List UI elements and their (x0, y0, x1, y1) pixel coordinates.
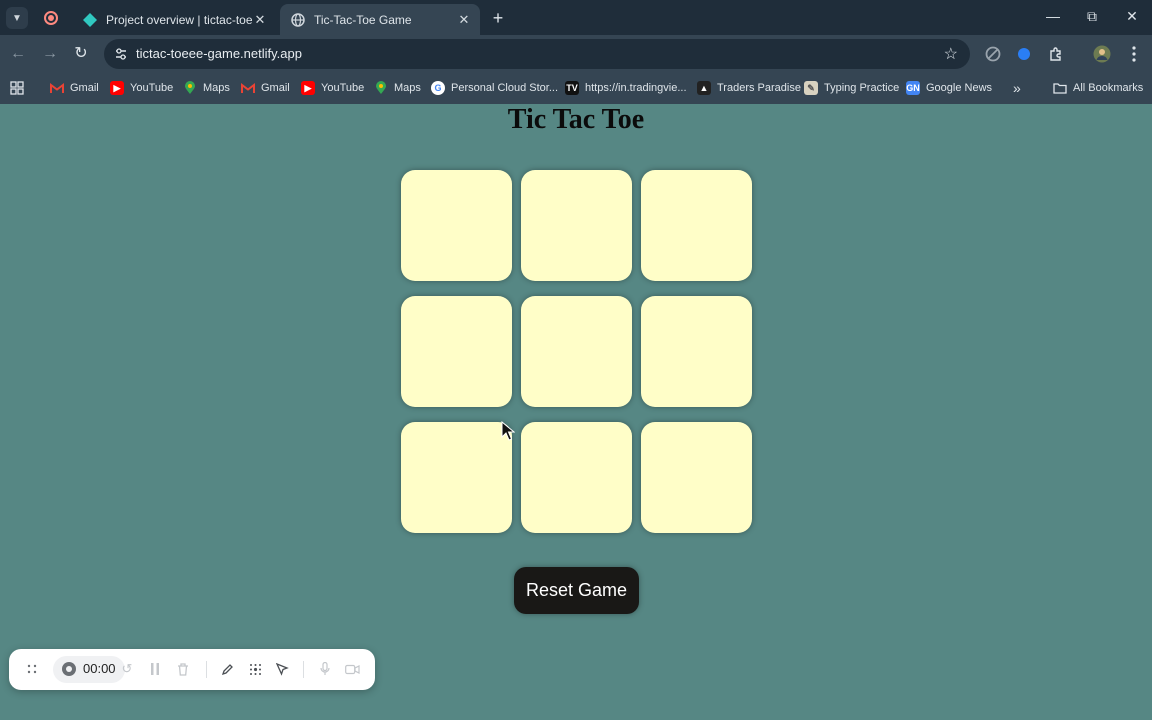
google-news-icon: GN (906, 81, 920, 95)
bookmark-gmail[interactable]: Gmail (241, 79, 290, 97)
more-bookmarks-chevron-icon[interactable]: » (1013, 79, 1021, 97)
game-page: Tic Tac Toe Reset Game (0, 104, 1152, 720)
bookmark-label: Gmail (70, 82, 99, 94)
all-bookmarks-label: All Bookmarks (1073, 82, 1144, 94)
tab-search-button[interactable]: ▼ (6, 7, 28, 29)
tab-tic-tac-toe[interactable]: Tic-Tac-Toe Game ✕ (280, 4, 480, 35)
board-cell-1[interactable] (401, 170, 512, 281)
google-icon: G (431, 81, 445, 95)
url-text: tictac-toeee-game.netlify.app (136, 46, 302, 61)
board-cell-7[interactable] (401, 422, 512, 533)
bookmark-label: Maps (394, 82, 421, 94)
gmail-icon (241, 81, 255, 95)
extension-blue-dot-icon[interactable] (1014, 44, 1034, 64)
board-cell-9[interactable] (641, 422, 752, 533)
reset-game-button[interactable]: Reset Game (514, 567, 639, 614)
all-bookmarks-button[interactable]: All Bookmarks (1053, 79, 1143, 97)
record-dot-icon (62, 662, 76, 676)
traders-paradise-icon: ▲ (697, 81, 711, 95)
restore-icon[interactable]: ⧉ (1080, 8, 1104, 25)
close-tab-icon[interactable]: ✕ (252, 12, 268, 28)
bookmark-tradingview[interactable]: TV https://in.tradingvie... (565, 79, 687, 97)
spotlight-grid-icon[interactable] (246, 660, 264, 678)
close-window-icon[interactable]: ✕ (1120, 8, 1144, 25)
youtube-icon: ▶ (110, 81, 124, 95)
bookmark-label: https://in.tradingvie... (585, 82, 687, 94)
tab-strip: ▼ Project overview | tictac-toeee- ✕ Tic… (0, 0, 1152, 35)
board-cell-3[interactable] (641, 170, 752, 281)
tab-project-overview[interactable]: Project overview | tictac-toeee- ✕ (72, 4, 276, 35)
close-tab-icon[interactable]: ✕ (456, 12, 472, 28)
divider (303, 661, 304, 678)
bookmark-label: Google News (926, 82, 993, 94)
restart-icon[interactable]: ↺ (118, 660, 136, 678)
board-cell-6[interactable] (641, 296, 752, 407)
board-cell-4[interactable] (401, 296, 512, 407)
site-info-icon[interactable] (112, 45, 130, 63)
bookmark-label: Maps (203, 82, 230, 94)
mouse-cursor-icon (501, 421, 515, 441)
back-button[interactable]: ← (8, 44, 28, 64)
profile-avatar[interactable] (1092, 44, 1112, 64)
extension-disabled-icon[interactable] (983, 44, 1003, 64)
bookmark-maps[interactable]: Maps (183, 79, 230, 97)
maps-icon (374, 81, 388, 95)
page-title: Tic Tac Toe (507, 104, 645, 135)
globe-icon (290, 12, 306, 28)
screen-recorder-toolbar: 00:00 ↺ (9, 649, 375, 690)
microphone-icon[interactable] (316, 660, 334, 678)
board-cell-8[interactable] (521, 422, 632, 533)
bookmark-youtube[interactable]: ▶ YouTube (110, 79, 173, 97)
cursor-highlight-icon[interactable] (273, 660, 291, 678)
tradingview-icon: TV (565, 81, 579, 95)
drag-handle-icon[interactable] (23, 660, 41, 678)
bookmark-typing-practice[interactable]: ✎ Typing Practice (804, 79, 899, 97)
tab-title: Tic-Tac-Toe Game (314, 12, 412, 27)
bookmark-label: Gmail (261, 82, 290, 94)
tab-title: Project overview | tictac-toeee- (106, 12, 252, 27)
extensions-puzzle-icon[interactable] (1046, 44, 1066, 64)
apps-grid-icon[interactable] (10, 79, 24, 97)
bookmark-label: Typing Practice (824, 82, 900, 94)
recording-tab-indicator[interactable] (42, 9, 60, 27)
bookmark-label: YouTube (321, 82, 365, 94)
bookmark-personal-cloud[interactable]: G Personal Cloud Stor... (431, 79, 558, 97)
browser-toolbar: ← → ↻ tictac-toeee-game.netlify.app ☆ (0, 35, 1152, 73)
gmail-icon (50, 81, 64, 95)
board-cell-2[interactable] (521, 170, 632, 281)
maps-icon (183, 81, 197, 95)
bookmark-maps[interactable]: Maps (374, 79, 421, 97)
bookmark-label: Traders Paradise (717, 82, 801, 94)
game-board (401, 170, 753, 534)
netlify-icon (82, 12, 98, 28)
divider (206, 661, 207, 678)
record-status[interactable]: 00:00 (53, 656, 125, 683)
board-cell-5[interactable] (521, 296, 632, 407)
typing-practice-icon: ✎ (804, 81, 818, 95)
trash-icon[interactable] (174, 660, 192, 678)
minimize-icon[interactable]: — (1041, 8, 1065, 24)
youtube-icon: ▶ (301, 81, 315, 95)
bookmark-label: YouTube (130, 82, 174, 94)
bookmark-star-icon[interactable]: ☆ (944, 44, 958, 64)
bookmark-label: Personal Cloud Stor... (451, 82, 559, 94)
reload-button[interactable]: ↻ (71, 44, 91, 64)
pen-icon[interactable] (218, 660, 236, 678)
camera-icon[interactable] (343, 660, 361, 678)
bookmark-youtube[interactable]: ▶ YouTube (301, 79, 364, 97)
menu-kebab-icon[interactable] (1124, 44, 1144, 64)
record-timer: 00:00 (83, 661, 116, 676)
folder-icon (1053, 81, 1067, 95)
new-tab-button[interactable]: + (488, 8, 508, 28)
bookmark-google-news[interactable]: GN Google News (906, 79, 992, 97)
bookmark-gmail[interactable]: Gmail (50, 79, 99, 97)
chevron-down-icon: ▼ (12, 12, 22, 24)
bookmarks-bar: Gmail ▶ YouTube Maps Gmail ▶ YouTube Map… (0, 73, 1152, 104)
bookmark-traders-paradise[interactable]: ▲ Traders Paradise (697, 79, 801, 97)
pause-icon[interactable] (146, 660, 164, 678)
record-icon (44, 11, 58, 25)
address-bar[interactable]: tictac-toeee-game.netlify.app ☆ (104, 39, 970, 69)
forward-button[interactable]: → (40, 44, 60, 64)
